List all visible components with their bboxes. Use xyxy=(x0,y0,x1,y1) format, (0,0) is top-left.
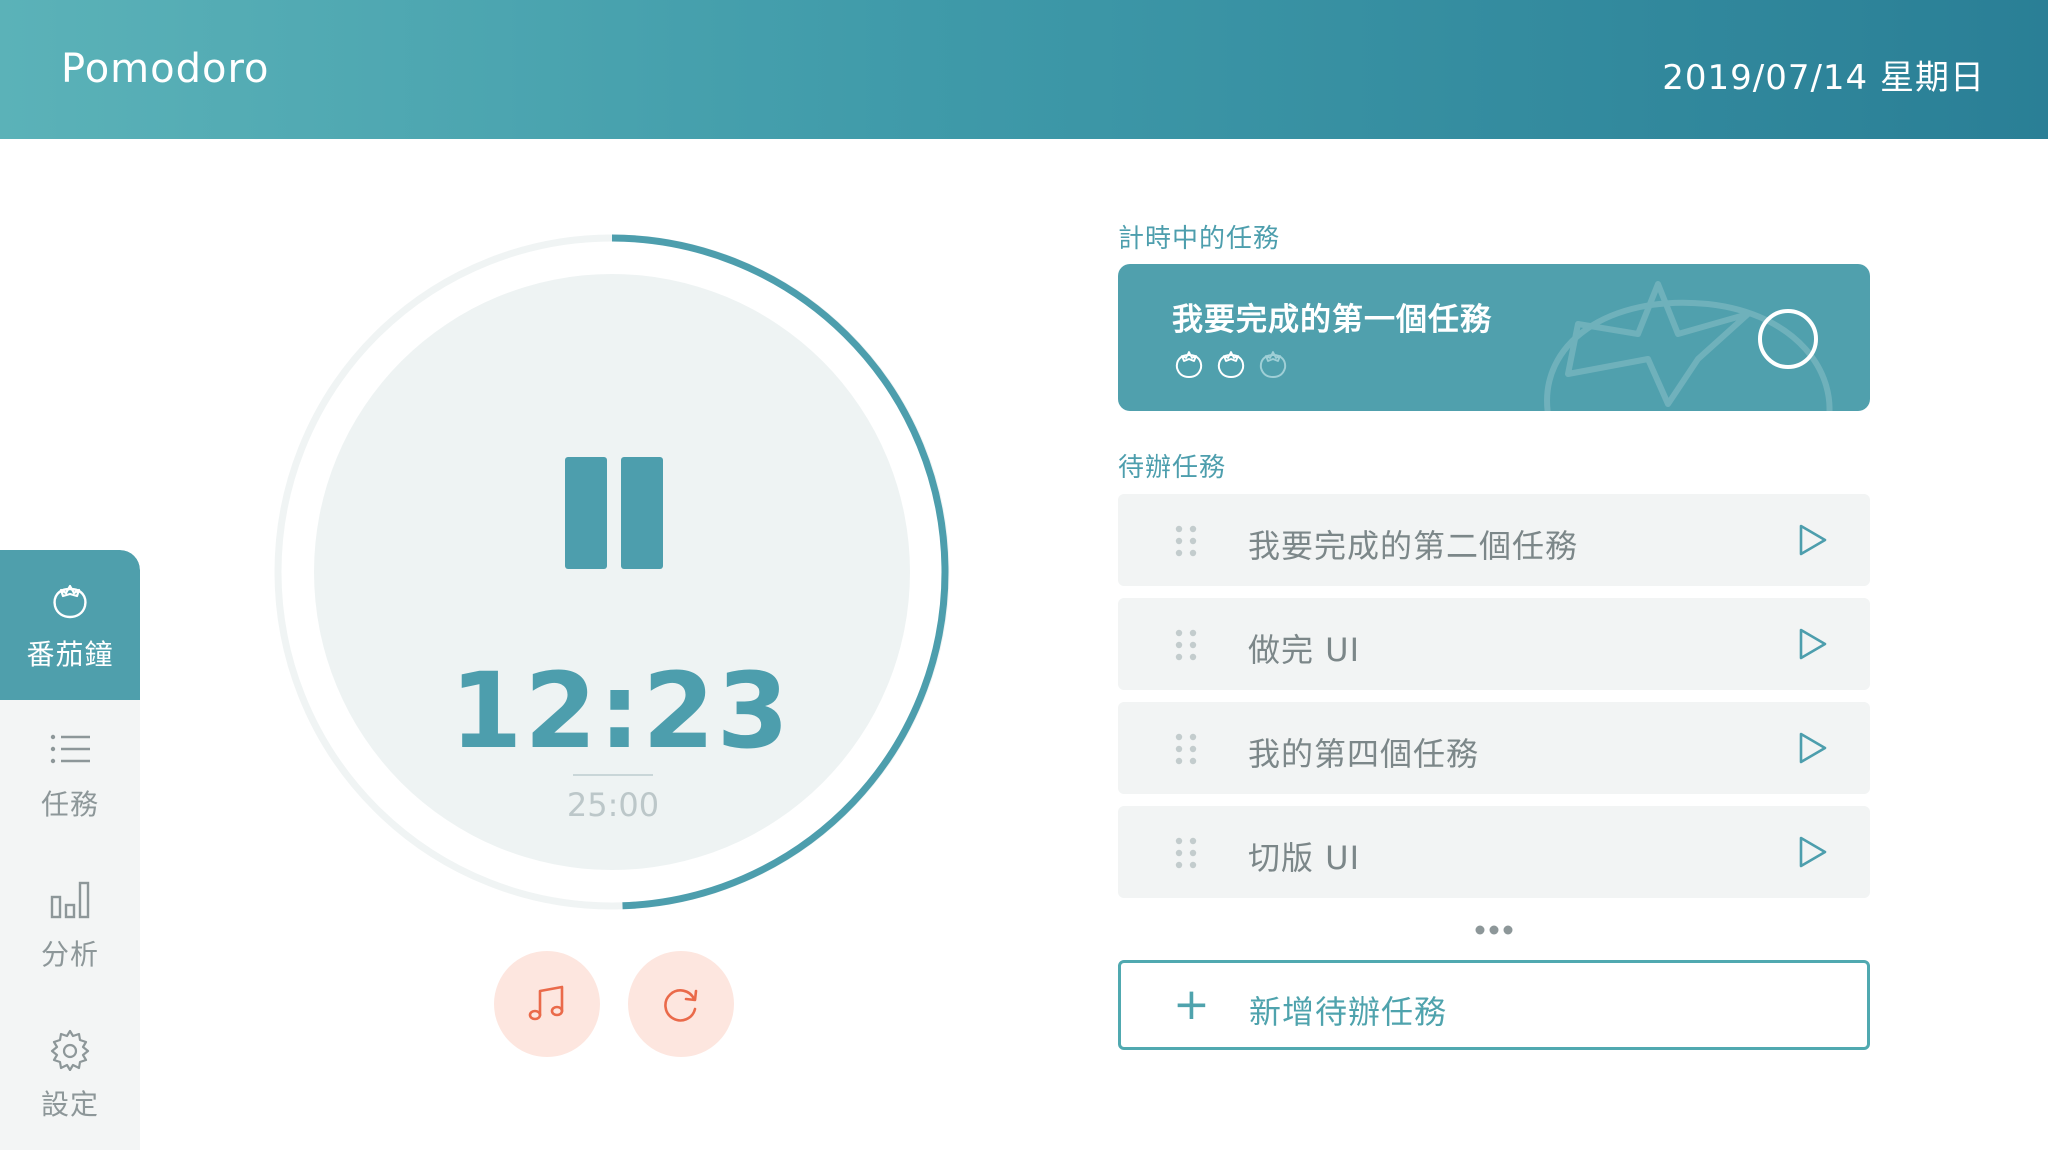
play-icon[interactable] xyxy=(1794,522,1830,558)
bar-chart-icon xyxy=(50,881,90,919)
drag-handle-icon[interactable] xyxy=(1170,628,1202,662)
sidebar-item-tasks[interactable]: 任務 xyxy=(0,700,140,850)
sidebar-item-pomodoro[interactable]: 番茄鐘 xyxy=(0,550,140,700)
gear-icon xyxy=(50,1029,90,1071)
current-task-card: 我要完成的第一個任務 xyxy=(1118,264,1870,411)
app-header: Pomodoro 2019/07/14 星期日 xyxy=(0,0,2048,139)
plus-icon: + xyxy=(1173,979,1210,1030)
todo-item[interactable]: 切版 UI xyxy=(1118,806,1870,898)
tomato-filled-icon xyxy=(1175,351,1203,379)
tomato-progress xyxy=(1172,346,1290,380)
timer-total-time: 25:00 xyxy=(566,786,660,824)
refresh-icon xyxy=(664,989,698,1022)
drag-handle-icon[interactable] xyxy=(1170,732,1202,766)
todo-item-label: 切版 UI xyxy=(1248,839,1361,877)
tomato-icon xyxy=(53,584,87,619)
todo-item-label: 做完 UI xyxy=(1248,631,1361,669)
more-icon[interactable] xyxy=(1474,924,1514,936)
music-button[interactable] xyxy=(494,951,600,1057)
pause-bar-right xyxy=(621,457,663,569)
sidebar: 番茄鐘 任務 分析 設定 xyxy=(0,550,140,1150)
current-task-section-label: 計時中的任務 xyxy=(1118,224,1281,254)
play-icon[interactable] xyxy=(1794,834,1830,870)
todo-item-label: 我要完成的第二個任務 xyxy=(1248,527,1579,565)
date-display: 2019/07/14 星期日 xyxy=(1662,58,1985,98)
reset-button[interactable] xyxy=(628,951,734,1057)
timer-divider xyxy=(573,774,653,776)
todo-item[interactable]: 我的第四個任務 xyxy=(1118,702,1870,794)
complete-task-button[interactable] xyxy=(1758,309,1818,369)
pause-bar-left xyxy=(565,457,607,569)
tomato-empty-icon xyxy=(1259,351,1287,379)
drag-handle-icon[interactable] xyxy=(1170,524,1202,558)
sidebar-item-label: 任務 xyxy=(40,788,99,821)
tomato-filled-icon xyxy=(1217,351,1245,379)
sidebar-item-label: 番茄鐘 xyxy=(26,638,114,671)
sidebar-item-label: 設定 xyxy=(40,1088,99,1121)
app-title: Pomodoro xyxy=(61,46,270,92)
drag-handle-icon[interactable] xyxy=(1170,836,1202,870)
sidebar-item-label: 分析 xyxy=(40,938,99,971)
add-todo-button[interactable]: + 新增待辦任務 xyxy=(1118,960,1870,1050)
todo-item[interactable]: 我要完成的第二個任務 xyxy=(1118,494,1870,586)
todo-item-label: 我的第四個任務 xyxy=(1248,735,1480,773)
play-icon[interactable] xyxy=(1794,730,1830,766)
timer-face xyxy=(314,274,910,870)
add-todo-label: 新增待辦任務 xyxy=(1249,993,1448,1031)
current-task-title: 我要完成的第一個任務 xyxy=(1172,302,1492,338)
pause-button[interactable] xyxy=(565,457,663,569)
timer-current-time: 12:23 xyxy=(450,650,792,772)
music-note-icon xyxy=(528,985,564,1021)
play-icon[interactable] xyxy=(1794,626,1830,662)
sidebar-item-settings[interactable]: 設定 xyxy=(0,1000,140,1150)
list-icon xyxy=(50,734,90,764)
todo-section-label: 待辦任務 xyxy=(1118,453,1227,483)
sidebar-item-analysis[interactable]: 分析 xyxy=(0,850,140,1000)
todo-item[interactable]: 做完 UI xyxy=(1118,598,1870,690)
